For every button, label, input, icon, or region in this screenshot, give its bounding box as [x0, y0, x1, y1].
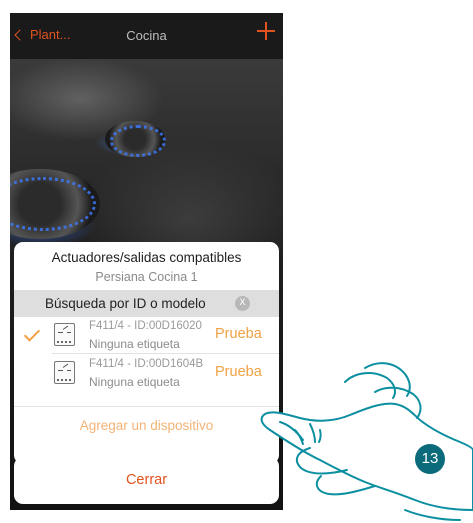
device-id: F411/4 - ID:00D16020 — [89, 320, 202, 332]
device-row[interactable]: F411/4 - ID:00D1604B Ninguna etiqueta Pr… — [14, 355, 279, 392]
test-button[interactable]: Prueba — [215, 326, 262, 342]
pointing-hand-illustration — [260, 362, 473, 521]
add-device-button[interactable]: Agregar un dispositivo — [14, 406, 279, 445]
dialog-title: Actuadores/salidas compatibles — [51, 250, 242, 265]
flame-ring — [110, 125, 166, 157]
search-label: Búsqueda por ID o modelo — [45, 296, 206, 311]
device-label: Ninguna etiqueta — [89, 375, 180, 389]
row-divider — [52, 353, 279, 354]
dialog-subtitle: Persiana Cocina 1 — [95, 270, 198, 284]
phone-screen: Plant... Cocina Actuadores/salidas compa… — [10, 13, 283, 510]
actuator-device-icon — [54, 323, 75, 346]
actuator-device-icon — [54, 361, 75, 384]
search-bar[interactable]: Búsqueda por ID o modelo X — [14, 290, 279, 317]
step-badge: 13 — [415, 444, 445, 474]
plus-icon[interactable] — [257, 22, 275, 40]
device-id: F411/4 - ID:00D1604B — [89, 358, 204, 370]
compatible-actuators-dialog: Actuadores/salidas compatibles Persiana … — [14, 242, 279, 464]
top-navbar: Plant... Cocina — [10, 13, 283, 59]
device-label: Ninguna etiqueta — [89, 337, 180, 351]
x-icon[interactable]: X — [235, 296, 250, 311]
device-row[interactable]: F411/4 - ID:00D16020 Ninguna etiqueta Pr… — [14, 317, 279, 354]
page-title: Cocina — [126, 28, 167, 43]
checkmark-icon — [23, 325, 41, 342]
close-button[interactable]: Cerrar — [14, 457, 279, 504]
